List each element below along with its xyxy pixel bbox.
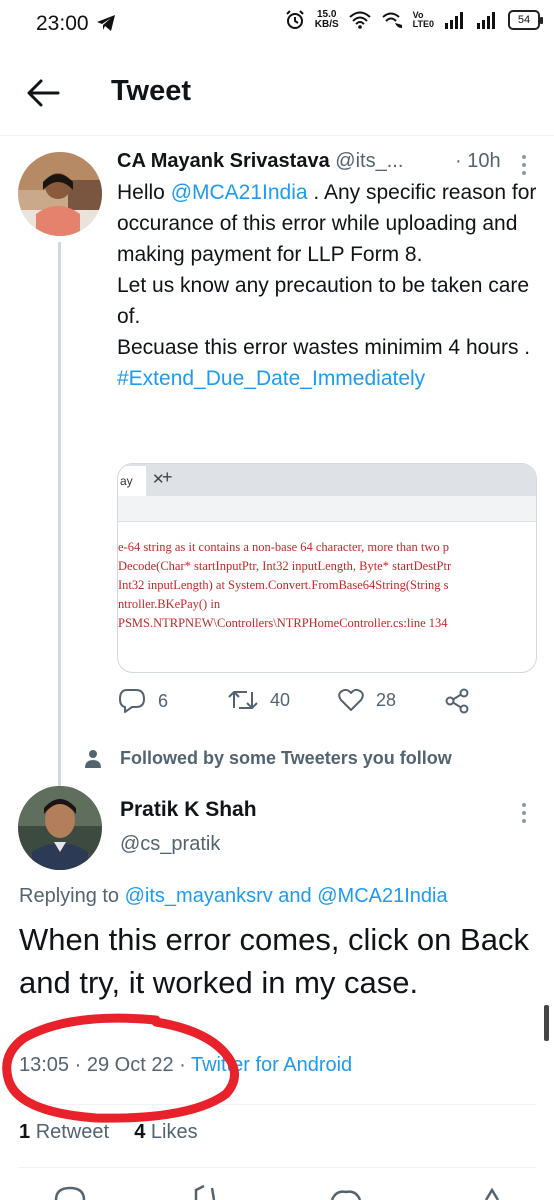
divider	[18, 1167, 536, 1168]
like-button[interactable]: 28	[338, 688, 396, 712]
reply-count: 6	[158, 690, 169, 711]
alarm-icon	[286, 10, 304, 29]
tweet-time: 13:05	[19, 1054, 70, 1076]
share-icon	[445, 688, 469, 714]
author-name[interactable]: CA Mayank Srivastava	[117, 150, 330, 172]
tweet-date: 29 Oct 22	[86, 1054, 174, 1076]
retweet-icon	[228, 691, 258, 709]
arrow-left-icon[interactable]	[26, 78, 60, 108]
likes-stat[interactable]: 4 Likes	[134, 1121, 197, 1143]
wifi-calling-icon	[381, 12, 402, 28]
page-title: Tweet	[111, 75, 192, 107]
signal-icon	[445, 12, 463, 29]
app-header: Tweet	[0, 50, 554, 136]
scrollbar-thumb[interactable]	[544, 1005, 549, 1041]
battery-indicator: 54	[508, 10, 543, 30]
reply-icon	[119, 689, 145, 713]
volte-indicator: Vo LTE0	[412, 10, 434, 29]
avatar[interactable]	[18, 786, 102, 870]
tweet-text: When this error comes, click on Back and…	[19, 922, 529, 1000]
status-time: 23:00	[36, 12, 89, 35]
telegram-icon	[97, 15, 115, 31]
new-tab-icon: +	[162, 467, 173, 487]
retweet-button[interactable]: 40	[228, 688, 290, 712]
heart-icon	[338, 688, 364, 711]
error-message: e-64 string as it contains a non-base 64…	[118, 540, 452, 630]
author-name[interactable]: Pratik K Shah	[120, 798, 257, 822]
replying-to: Replying to @its_mayanksrv and @MCA21Ind…	[19, 885, 448, 907]
browser-address-bar	[118, 496, 536, 522]
tweet-text: Hello @MCA21India . Any specific reason …	[117, 181, 537, 390]
bottom-actions	[0, 1180, 554, 1200]
tweet-source[interactable]: Twitter for Android	[191, 1054, 352, 1076]
author-handle[interactable]: @its_...	[335, 150, 403, 172]
divider	[18, 1104, 536, 1105]
mention-link[interactable]: @its_mayanksrv	[125, 885, 273, 907]
tweet-time: · 10h	[455, 150, 501, 172]
tweet-actions: 6 40 28	[118, 688, 538, 720]
status-icons: 15.0 KB/S Vo LTE0 54	[285, 9, 543, 30]
network-speed: 15.0 KB/S	[314, 9, 339, 30]
hashtag-link[interactable]: #Extend_Due_Date_Immediately	[117, 367, 425, 390]
status-bar: 23:00 15.0 KB/S Vo LTE0 54	[0, 0, 554, 50]
social-context: Followed by some Tweeters you follow	[84, 748, 452, 769]
wifi-icon	[348, 11, 371, 29]
mention-link[interactable]: @MCA21India	[171, 181, 308, 204]
tweet-meta: 13:05 · 29 Oct 22 · Twitter for Android	[19, 1054, 353, 1076]
thread-line	[58, 242, 61, 787]
mention-link[interactable]: @MCA21India	[317, 885, 447, 907]
tweet-author-line[interactable]: CA Mayank Srivastava @its_...	[117, 150, 403, 173]
tweet-media-image[interactable]: ay ✕ + e-64 string as it contains a non-…	[117, 463, 537, 673]
share-button[interactable]	[444, 688, 470, 714]
signal-icon	[477, 12, 495, 29]
like-count: 28	[376, 689, 397, 710]
browser-tab: ay	[118, 466, 146, 496]
author-handle[interactable]: @cs_pratik	[120, 833, 220, 856]
more-vertical-icon[interactable]	[520, 154, 528, 176]
tweet-stats: 1 Retweet 4 Likes	[19, 1121, 198, 1144]
person-icon	[85, 749, 101, 768]
browser-tabbar: ay ✕ +	[118, 464, 536, 496]
retweet-count: 40	[270, 689, 291, 710]
reply-button[interactable]: 6	[118, 688, 168, 714]
more-vertical-icon[interactable]	[520, 802, 528, 824]
avatar[interactable]	[18, 152, 102, 236]
retweets-stat[interactable]: 1 Retweet	[19, 1121, 109, 1143]
